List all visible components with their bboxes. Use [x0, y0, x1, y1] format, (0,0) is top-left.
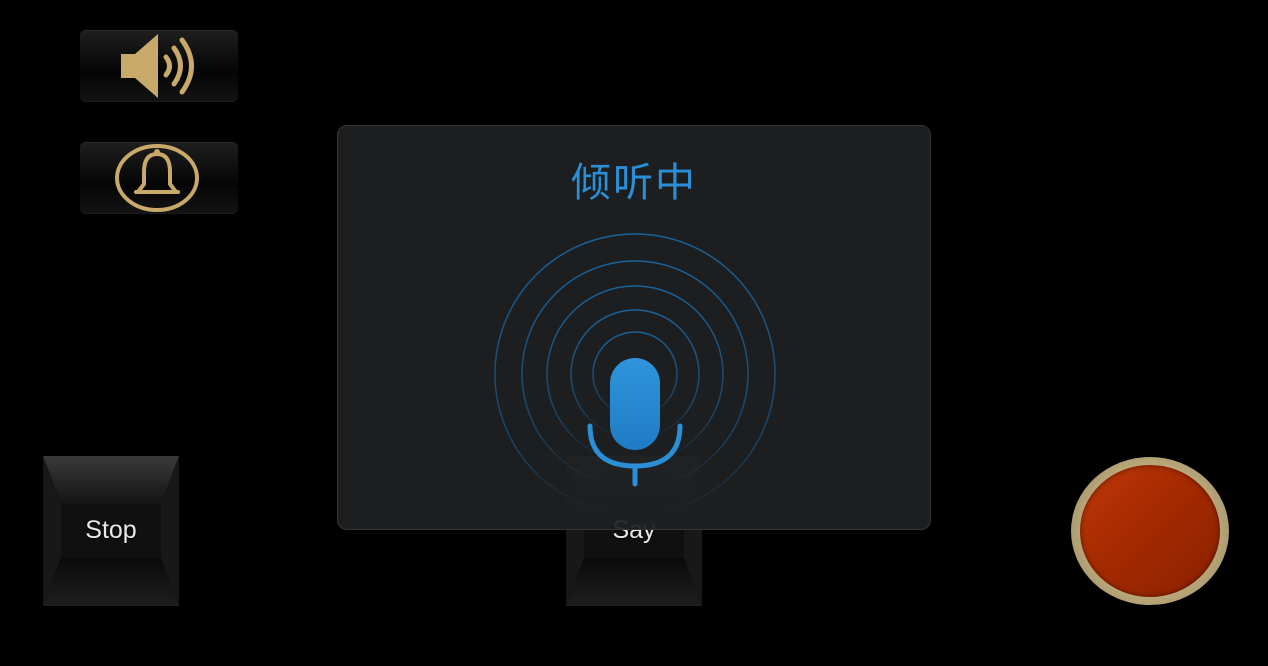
listening-dialog: 倾听中: [337, 125, 931, 530]
bell-icon: [115, 144, 199, 212]
stop-button-label: Stop: [85, 516, 137, 544]
bell-button[interactable]: [80, 142, 238, 214]
speaker-icon: [121, 34, 194, 98]
mic-animation: [494, 233, 776, 515]
record-button[interactable]: [1071, 457, 1229, 605]
microphone-icon: [587, 358, 683, 487]
stop-button[interactable]: Stop: [43, 456, 179, 606]
app-screen: Stop Say 倾听中: [0, 0, 1268, 666]
sound-button[interactable]: [80, 30, 238, 102]
record-button-core: [1080, 465, 1220, 597]
